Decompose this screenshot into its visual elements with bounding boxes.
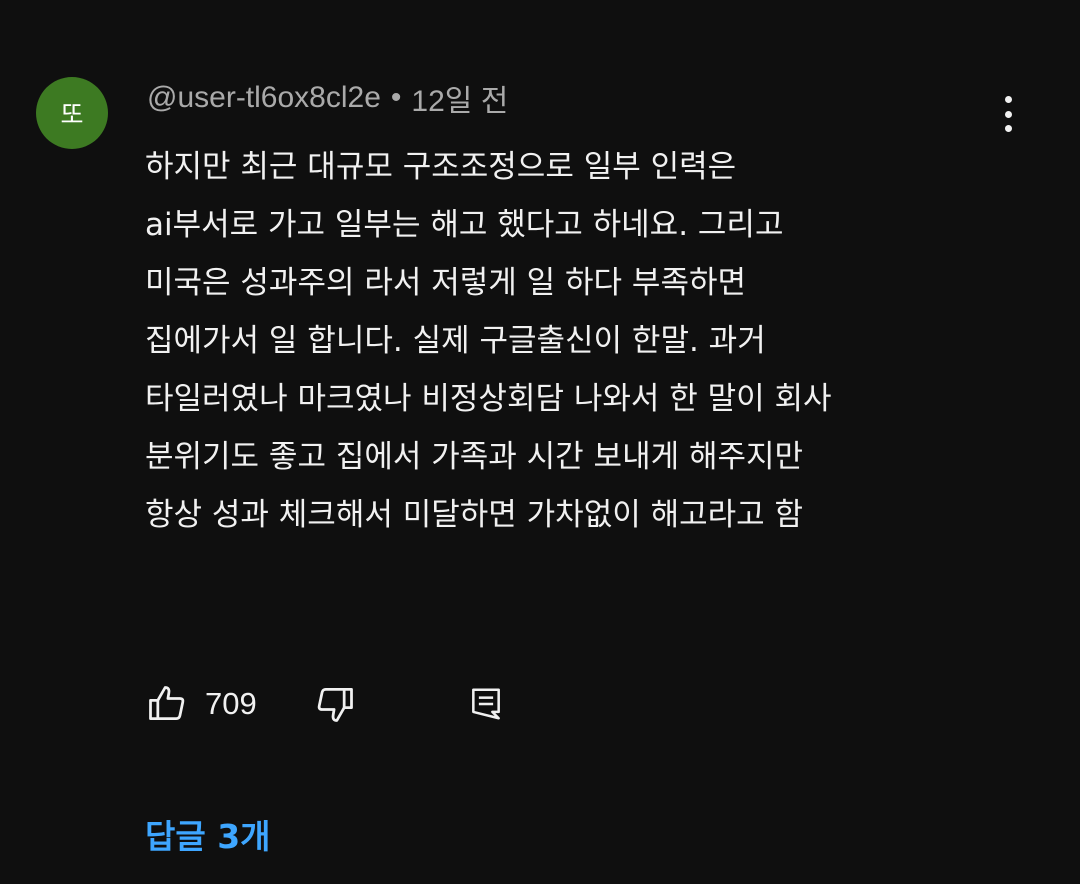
more-dot [1004,125,1012,132]
comment-meta: @user-tl6ox8cl2e • 12일 전 [147,78,508,118]
comment-line: 집에가서 일 합니다. 실제 구글출신이 한말. 과거 [145,323,766,359]
comment-line: 타일러였나 마크였나 비정상회담 나와서 한 말이 회사 [145,381,832,417]
comment-reply-icon [467,684,505,724]
comment-line: 분위기도 좋고 집에서 가족과 시간 보내게 해주지만 [145,439,804,475]
like-count: 709 [205,686,257,721]
dislike-button[interactable] [313,680,357,728]
reply-button[interactable] [467,680,505,728]
more-dot [1004,110,1012,118]
comment-thread: 또 @user-tl6ox8cl2e • 12일 전 하지만 최근 대규모 구조… [0,0,1080,884]
comment-line: 하지만 최근 대규모 구조조정으로 일부 인력은 [145,149,737,185]
thumbs-up-icon [145,682,189,726]
avatar[interactable]: 또 [36,77,108,149]
more-dot [1004,96,1012,103]
comment-line: ai부서로 가고 일부는 해고 했다고 하네요. 그리고 [145,207,784,243]
more-vertical-icon[interactable] [988,92,1028,136]
comment-actions: 709 [145,680,545,728]
comment-line: 미국은 성과주의 라서 저렇게 일 하다 부족하면 [145,265,747,301]
author-handle[interactable]: @user-tl6ox8cl2e [147,81,381,115]
thumbs-down-icon [313,682,357,726]
like-button[interactable]: 709 [145,680,257,728]
meta-separator: • [390,81,402,114]
view-replies-button[interactable]: 답글 3개 [145,810,271,858]
avatar-letter: 또 [60,100,84,129]
comment-time: 12일 전 [411,85,509,118]
comment-body: 하지만 최근 대규모 구조조정으로 일부 인력은 ai부서로 가고 일부는 해고… [145,138,1025,544]
comment-line: 항상 성과 체크해서 미달하면 가차없이 해고라고 함 [145,497,804,533]
